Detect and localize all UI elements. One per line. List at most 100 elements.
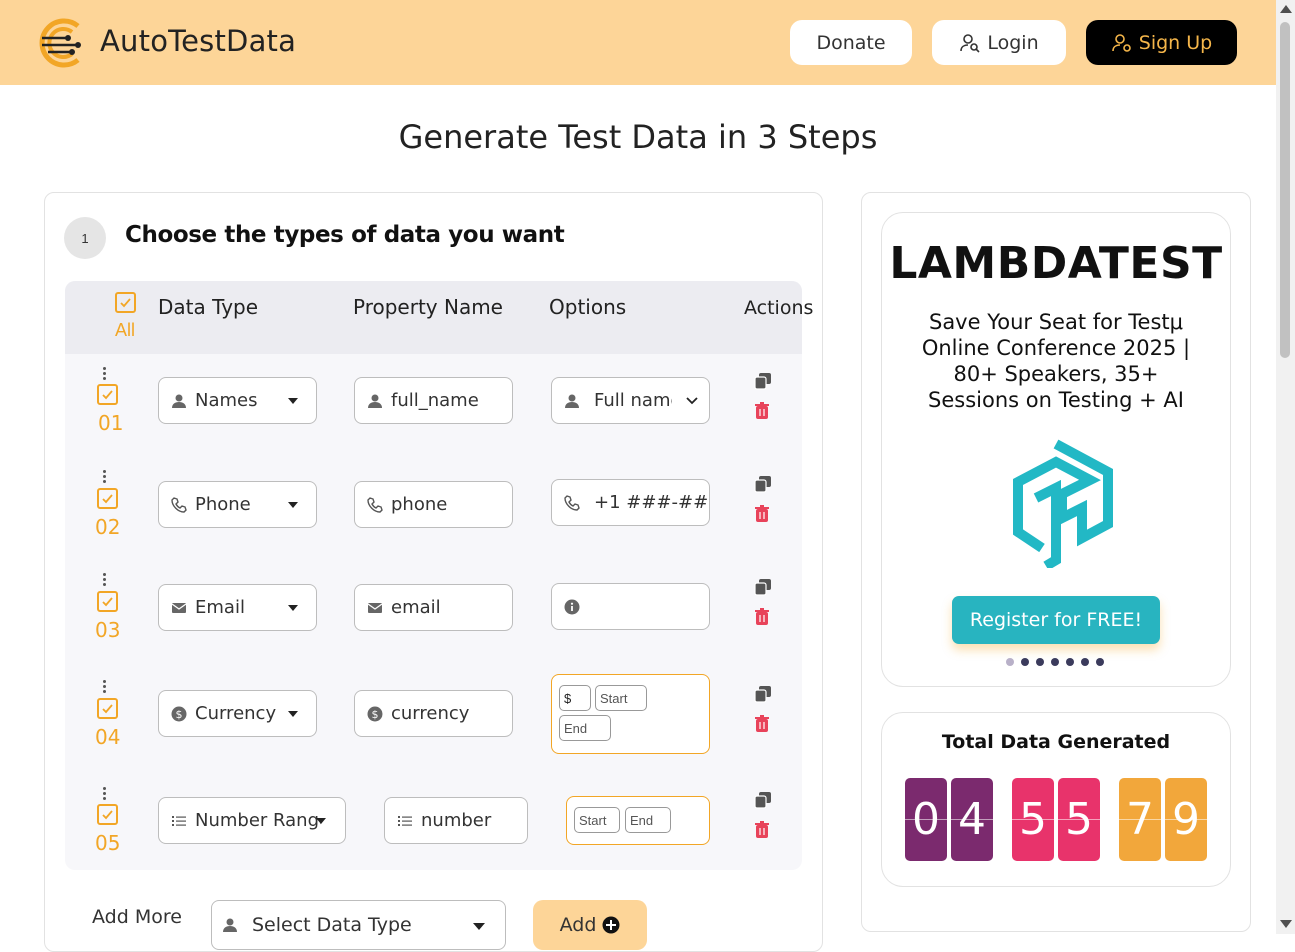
data-type-select[interactable]: $ Currency — [158, 690, 317, 737]
list-icon — [171, 813, 187, 829]
counter-digit: 4 — [951, 778, 993, 861]
total-data-title: Total Data Generated — [941, 731, 1171, 753]
person-icon — [564, 393, 580, 409]
carousel-dot[interactable] — [1051, 658, 1059, 666]
carousel-dot[interactable] — [1036, 658, 1044, 666]
data-type-select[interactable]: Phone — [158, 481, 317, 528]
counter-digit: 0 — [905, 778, 947, 861]
scroll-thumb[interactable] — [1280, 22, 1290, 358]
scroll-up-arrow-icon[interactable] — [1280, 5, 1292, 13]
data-type-value: Phone — [195, 494, 251, 515]
range-start-input[interactable]: Start — [595, 685, 647, 711]
login-label: Login — [987, 31, 1039, 54]
dollar-icon: $ — [171, 706, 187, 722]
phone-icon — [564, 494, 580, 511]
property-name-input[interactable]: full_name — [354, 377, 513, 424]
carousel-dot[interactable] — [1081, 658, 1089, 666]
carousel-dot[interactable] — [1066, 658, 1074, 666]
signup-button[interactable]: Sign Up — [1086, 20, 1237, 65]
trash-icon[interactable] — [753, 402, 771, 420]
number-range-options-box: Start End — [566, 796, 710, 845]
phone-icon — [367, 496, 383, 513]
range-end-input[interactable]: End — [625, 807, 671, 833]
svg-text:$: $ — [176, 708, 183, 721]
donate-button[interactable]: Donate — [790, 20, 912, 65]
person-icon — [223, 918, 237, 932]
brand-name[interactable]: AutoTestData — [100, 24, 296, 58]
property-name-input[interactable]: number — [384, 797, 528, 844]
counter-digit: 5 — [1058, 778, 1100, 861]
property-name-value: currency — [391, 703, 470, 724]
property-name-input[interactable]: phone — [354, 481, 513, 528]
carousel-dot[interactable] — [1021, 658, 1029, 666]
property-name-input[interactable]: email — [354, 584, 513, 631]
step-number-badge: 1 — [64, 217, 106, 259]
options-select[interactable]: Full name — [551, 377, 710, 424]
check-icon — [102, 704, 113, 714]
info-icon[interactable] — [564, 599, 580, 615]
drag-handle-icon[interactable] — [103, 680, 107, 694]
trash-icon[interactable] — [753, 505, 771, 523]
plus-circle-icon — [602, 916, 620, 934]
caret-down-icon — [288, 398, 298, 404]
signup-label: Sign Up — [1138, 31, 1213, 54]
data-type-select[interactable]: Number Range — [158, 797, 346, 844]
copy-icon[interactable] — [754, 791, 772, 809]
data-type-value: Names — [195, 390, 258, 411]
property-name-value: phone — [391, 494, 448, 515]
caret-down-icon — [288, 502, 298, 508]
check-icon — [102, 597, 113, 607]
property-name-input[interactable]: $ currency — [354, 690, 513, 737]
site-header: AutoTestData Donate Login Sign Up — [0, 0, 1276, 85]
options-value: Full name — [594, 390, 672, 411]
carousel-dot[interactable] — [1006, 658, 1014, 666]
data-type-select[interactable]: Email — [158, 584, 317, 631]
counter-digit: 9 — [1165, 778, 1207, 861]
row-number: 05 — [95, 831, 121, 855]
property-name-value: email — [391, 597, 441, 618]
add-more-label: Add More — [92, 906, 182, 928]
data-type-value: Number Range — [195, 810, 321, 831]
range-end-input[interactable]: End — [559, 715, 611, 741]
drag-handle-icon[interactable] — [103, 787, 107, 801]
drag-handle-icon[interactable] — [103, 470, 107, 484]
phone-format-input[interactable]: +1 ###-###-#### — [551, 479, 710, 526]
data-type-value: Currency — [195, 703, 277, 724]
data-type-select[interactable]: Names — [158, 377, 317, 424]
row-checkbox[interactable] — [97, 698, 118, 719]
envelope-icon — [171, 600, 187, 616]
row-checkbox[interactable] — [97, 804, 118, 825]
row-checkbox[interactable] — [97, 488, 118, 509]
add-label: Add — [559, 914, 597, 936]
scroll-down-arrow-icon[interactable] — [1280, 920, 1292, 928]
select-all-checkbox[interactable] — [115, 292, 136, 313]
step-title: Choose the types of data you want — [125, 222, 565, 248]
data-type-table — [65, 281, 802, 870]
page-scrollbar[interactable] — [1276, 0, 1295, 934]
currency-symbol-input[interactable]: $ — [559, 685, 591, 711]
caret-down-icon — [316, 818, 326, 824]
copy-icon[interactable] — [754, 372, 772, 390]
property-name-value: full_name — [391, 390, 479, 411]
phone-icon — [171, 496, 187, 513]
add-button[interactable]: Add — [533, 900, 647, 950]
counter-digit: 5 — [1012, 778, 1054, 861]
trash-icon[interactable] — [753, 821, 771, 839]
copy-icon[interactable] — [754, 578, 772, 596]
register-free-button[interactable]: Register for FREE! — [952, 596, 1160, 644]
select-data-type-dropdown[interactable]: Select Data Type — [211, 900, 506, 950]
trash-icon[interactable] — [753, 608, 771, 626]
copy-icon[interactable] — [754, 685, 772, 703]
carousel-dot[interactable] — [1096, 658, 1104, 666]
row-checkbox[interactable] — [97, 591, 118, 612]
email-options-field[interactable] — [551, 583, 710, 630]
logo-icon[interactable] — [38, 18, 90, 68]
range-start-input[interactable]: Start — [574, 807, 620, 833]
login-button[interactable]: Login — [932, 20, 1066, 65]
drag-handle-icon[interactable] — [103, 573, 107, 587]
trash-icon[interactable] — [753, 715, 771, 733]
copy-icon[interactable] — [754, 475, 772, 493]
drag-handle-icon[interactable] — [103, 367, 107, 381]
user-gear-icon — [1111, 33, 1131, 52]
row-checkbox[interactable] — [97, 384, 118, 405]
